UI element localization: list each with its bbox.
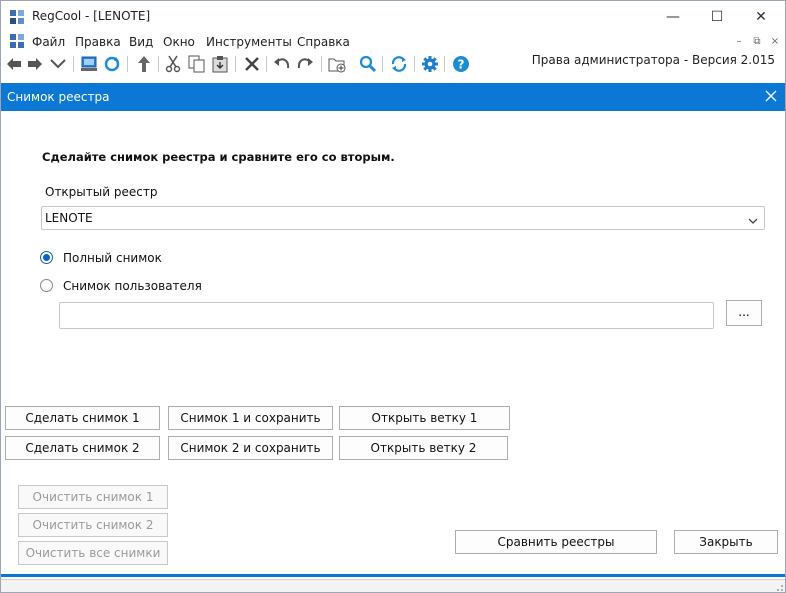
registry-select-value: LENOTE: [45, 211, 93, 225]
back-arrow-icon[interactable]: [4, 54, 24, 74]
undo-icon[interactable]: [272, 54, 292, 74]
computer-icon[interactable]: [79, 54, 99, 74]
registry-select[interactable]: LENOTE: [41, 206, 765, 230]
toolbar-separator: [235, 56, 236, 72]
window-title: RegCool - [LENOTE]: [32, 9, 151, 23]
dialog-title: Снимок реестра: [7, 90, 110, 104]
help-icon[interactable]: ?: [451, 54, 471, 74]
mdi-close-button[interactable]: ×: [767, 36, 783, 48]
refresh-icon[interactable]: [102, 54, 122, 74]
open-branch-2-button[interactable]: Открыть ветку 2: [339, 436, 508, 460]
mdi-document-icon[interactable]: [10, 34, 24, 48]
toolbar-separator: [127, 56, 128, 72]
open-registry-label: Открытый реестр: [45, 185, 158, 199]
snapshot-1-save-button[interactable]: Снимок 1 и сохранить: [168, 406, 333, 430]
minimize-button[interactable]: —: [651, 1, 695, 32]
make-snapshot-1-button[interactable]: Сделать снимок 1: [5, 406, 160, 430]
dialog-bottom-border: [1, 574, 785, 577]
title-bar: RegCool - [LENOTE] — ☐ ✕: [1, 1, 785, 32]
dialog-heading: Сделайте снимок реестра и сравните его с…: [42, 150, 395, 164]
open-branch-1-button[interactable]: Открыть ветку 1: [339, 406, 510, 430]
app-window: RegCool - [LENOTE] — ☐ ✕ Файл Правка Вид…: [0, 0, 786, 593]
menu-window[interactable]: Окно: [163, 35, 195, 49]
menu-view[interactable]: Вид: [129, 35, 153, 49]
radio-full-snapshot-label[interactable]: Полный снимок: [63, 251, 162, 265]
mdi-restore-button[interactable]: ⧉: [749, 36, 765, 48]
forward-arrow-icon[interactable]: [25, 54, 45, 74]
toolbar-separator: [158, 56, 159, 72]
new-key-icon[interactable]: [327, 54, 347, 74]
dropdown-chevron-icon[interactable]: [48, 54, 68, 74]
make-snapshot-2-button[interactable]: Сделать снимок 2: [5, 436, 160, 460]
regcool-app-icon: [10, 10, 24, 24]
toolbar-separator: [266, 56, 267, 72]
status-bar: [1, 579, 785, 592]
redo-icon[interactable]: [295, 54, 315, 74]
clear-snapshot-2-button[interactable]: Очистить снимок 2: [18, 513, 168, 537]
paste-icon[interactable]: [210, 54, 230, 74]
radio-user-snapshot[interactable]: [40, 279, 53, 292]
admin-version-label: Права администратора - Версия 2.015: [531, 53, 775, 67]
menu-tools[interactable]: Инструменты: [206, 35, 292, 49]
svg-text:?: ?: [458, 58, 465, 72]
delete-icon[interactable]: [242, 54, 262, 74]
menu-help[interactable]: Справка: [297, 35, 350, 49]
mdi-minimize-button[interactable]: –: [731, 36, 747, 48]
settings-icon[interactable]: [420, 54, 440, 74]
close-dialog-button[interactable]: Закрыть: [674, 530, 778, 554]
dialog-close-icon[interactable]: [763, 88, 779, 104]
browse-button[interactable]: ...: [726, 300, 762, 326]
menu-file[interactable]: Файл: [32, 35, 65, 49]
compare-registries-button[interactable]: Сравнить реестры: [455, 530, 657, 554]
radio-user-snapshot-label[interactable]: Снимок пользователя: [63, 279, 202, 293]
sync-icon[interactable]: [389, 54, 409, 74]
toolbar-separator: [73, 56, 74, 72]
maximize-button[interactable]: ☐: [695, 1, 739, 32]
close-window-button[interactable]: ✕: [739, 1, 783, 32]
snapshot-2-save-button[interactable]: Снимок 2 и сохранить: [168, 436, 333, 460]
toolbar-separator: [444, 56, 445, 72]
radio-full-snapshot[interactable]: [40, 251, 53, 264]
dialog-title-bar: Снимок реестра: [1, 83, 785, 111]
snapshot-path-input[interactable]: [59, 302, 714, 329]
clear-snapshot-1-button[interactable]: Очистить снимок 1: [18, 485, 168, 509]
up-arrow-icon[interactable]: [134, 54, 154, 74]
toolbar-separator: [382, 56, 383, 72]
clear-all-snapshots-button[interactable]: Очистить все снимки: [18, 541, 168, 565]
toolbar-separator: [414, 56, 415, 72]
cut-icon[interactable]: [163, 54, 183, 74]
copy-icon[interactable]: [187, 54, 207, 74]
toolbar-separator: [321, 56, 322, 72]
resize-grip-icon[interactable]: [769, 579, 785, 592]
menu-edit[interactable]: Правка: [75, 35, 121, 49]
search-icon[interactable]: [358, 54, 378, 74]
chevron-down-icon: [748, 214, 758, 224]
